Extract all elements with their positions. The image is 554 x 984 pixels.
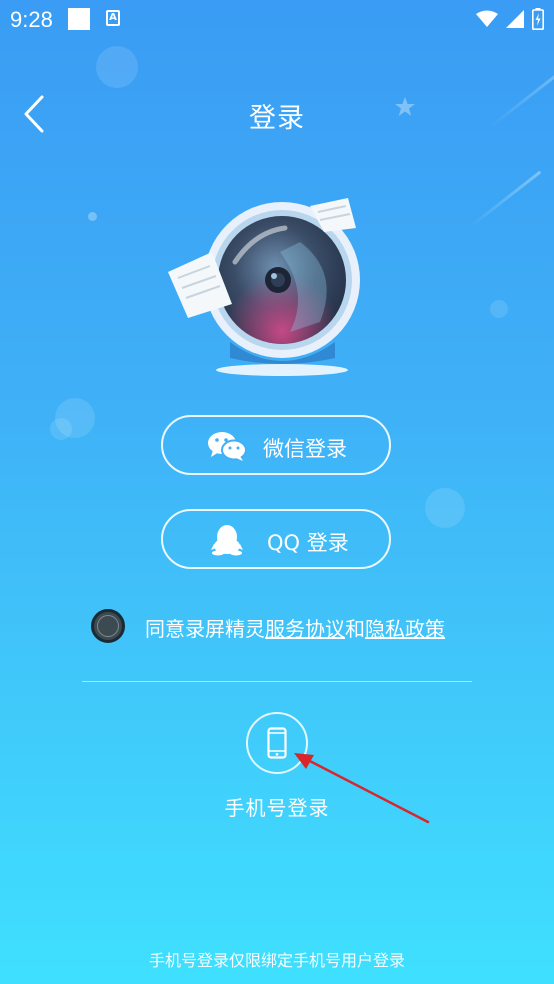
footer-note: 手机号登录仅限绑定手机号用户登录	[148, 951, 405, 970]
wechat-login-button[interactable]: 微信登录	[161, 415, 391, 475]
decor-bubble	[425, 488, 465, 528]
notification-square-icon	[68, 8, 90, 30]
qq-login-label: QQ 登录	[267, 531, 349, 555]
wifi-icon	[476, 10, 498, 27]
smartphone-icon	[267, 727, 287, 759]
agreement-prefix: 同意录屏精灵	[145, 617, 265, 641]
status-icons	[476, 8, 544, 30]
a-keyboard-icon: A	[106, 10, 120, 26]
phone-login-label: 手机号登录	[224, 796, 330, 820]
wechat-login-label: 微信登录	[263, 437, 347, 461]
service-agreement-link[interactable]: 服务协议	[265, 617, 345, 641]
decor-bubble	[96, 46, 138, 88]
divider	[82, 681, 472, 682]
agreement-checkbox[interactable]	[91, 609, 125, 643]
agreement-row: 同意录屏精灵服务协议和隐私政策	[91, 606, 491, 646]
page-title: 登录	[249, 103, 305, 134]
agreement-text: 同意录屏精灵服务协议和隐私政策	[145, 613, 445, 642]
wechat-icon	[208, 432, 247, 461]
agreement-conjunction: 和	[345, 617, 365, 641]
decor-bubble	[88, 212, 97, 221]
decor-streak	[468, 170, 542, 229]
status-bar: 9:28 A	[0, 0, 554, 38]
decor-bubble	[55, 398, 95, 438]
annotation-arrow-icon	[294, 753, 430, 824]
battery-icon	[532, 8, 544, 30]
qq-login-button[interactable]: QQ 登录	[161, 509, 391, 569]
decor-bubble	[490, 300, 508, 318]
qq-penguin-icon	[211, 525, 243, 556]
decor-bubble	[50, 418, 72, 440]
status-time: 9:28	[10, 7, 53, 32]
signal-icon	[506, 10, 524, 28]
camera-lens-logo	[168, 198, 360, 376]
privacy-policy-link[interactable]: 隐私政策	[365, 617, 445, 641]
